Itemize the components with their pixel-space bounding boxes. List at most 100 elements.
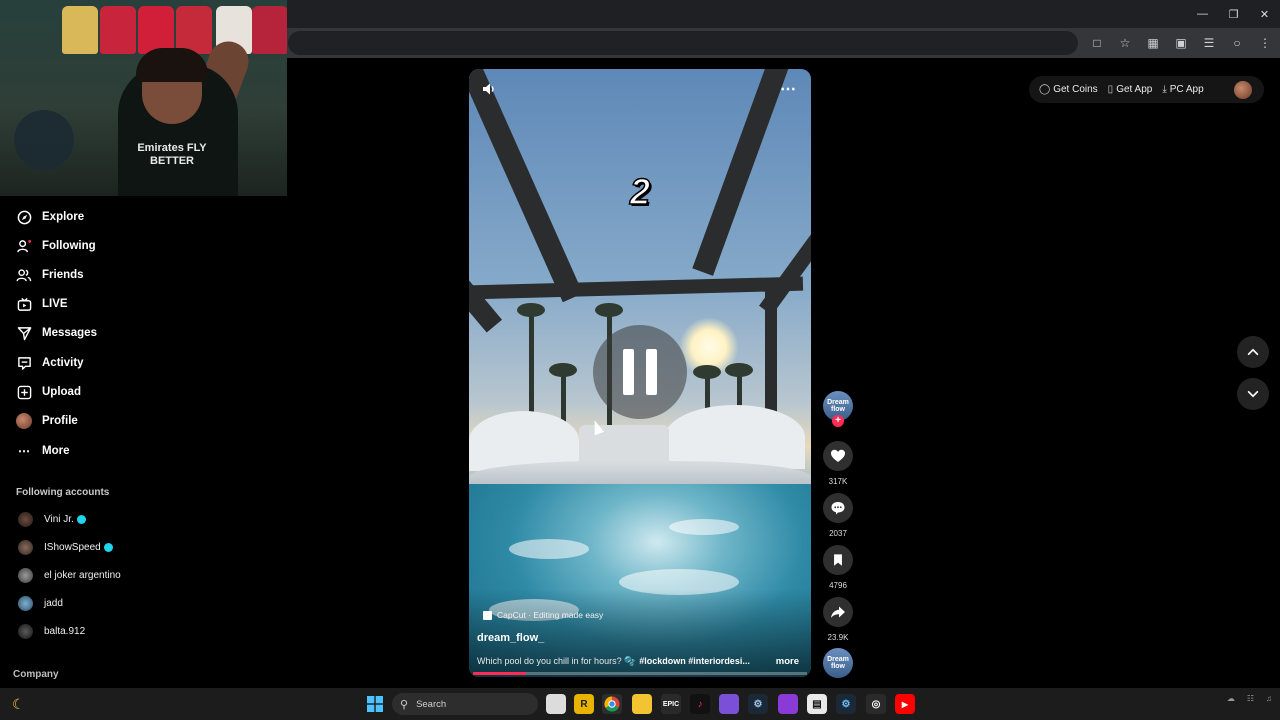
account-item[interactable]: IShowSpeed (18, 539, 113, 555)
taskbar-search-box[interactable]: ⚲ Search (392, 693, 538, 715)
dome-building (665, 405, 805, 469)
game-controller-icon[interactable] (719, 694, 739, 714)
install-app-icon[interactable]: □ (1088, 34, 1106, 52)
palm-leaves (549, 363, 577, 377)
task-view-icon[interactable] (546, 694, 566, 714)
user-follow-icon (16, 238, 32, 254)
next-video-button[interactable] (1237, 378, 1269, 410)
jersey-decor (138, 6, 174, 54)
pause-icon (646, 349, 657, 395)
video-progress-bar[interactable] (473, 672, 807, 675)
webcam-overlay: Emirates FLY BETTER (0, 0, 287, 196)
media-app-icon[interactable] (778, 694, 798, 714)
bookmark-icon (834, 554, 842, 566)
pc-app-button[interactable]: ⤓ PC App (1162, 84, 1203, 95)
nav-item-more[interactable]: ⋯ More (16, 440, 69, 462)
chrome-icon[interactable] (602, 694, 622, 714)
comment-count: 2037 (829, 529, 847, 538)
epic-games-icon[interactable]: EPIC (661, 694, 681, 714)
account-item[interactable]: Vini Jr. (18, 511, 86, 527)
music-disc[interactable]: Dream flow (823, 648, 853, 678)
save-button[interactable] (823, 545, 853, 575)
share-button[interactable] (823, 597, 853, 627)
address-bar[interactable] (288, 31, 1078, 55)
verified-badge-icon (103, 542, 113, 552)
pause-button[interactable] (593, 325, 687, 419)
capcut-label: CapCut · Editing made easy (497, 610, 604, 620)
share-count: 23.9K (827, 633, 849, 642)
previous-video-button[interactable] (1237, 336, 1269, 368)
coin-icon: ◯ (1039, 84, 1051, 95)
steam-icon[interactable]: ⚙ (748, 694, 768, 714)
send-icon (16, 325, 32, 341)
kebab-menu-icon[interactable]: ⋮ (1256, 34, 1274, 52)
video-player[interactable]: 2 ⋯ CapCut · Editing made easy dream_flo… (469, 69, 811, 677)
bookmark-star-icon[interactable]: ☆ (1116, 34, 1134, 52)
avatar (18, 623, 33, 639)
close-window-icon[interactable]: ✕ (1249, 0, 1280, 28)
activity-icon (16, 355, 32, 371)
comment-icon (831, 502, 845, 515)
like-button[interactable] (823, 441, 853, 471)
avatar (18, 539, 33, 555)
nav-item-friends[interactable]: Friends (16, 264, 84, 286)
cast-icon[interactable]: ▣ (1172, 34, 1190, 52)
tiktok-icon[interactable]: ♪ (690, 694, 710, 714)
capcut-tag[interactable]: CapCut · Editing made easy (483, 610, 603, 620)
shirt-text: Emirates FLY BETTER (137, 142, 207, 167)
caption-more-button[interactable]: more (776, 656, 799, 667)
capcut-app-icon[interactable]: ▤ (807, 694, 827, 714)
video-progress-fill (473, 672, 527, 675)
windows-start-icon[interactable] (365, 694, 385, 714)
weather-moon-icon[interactable]: ☾ (12, 696, 25, 713)
volume-icon[interactable] (481, 81, 497, 97)
video-author[interactable]: dream_flow_ (477, 632, 544, 644)
nav-item-upload[interactable]: Upload (16, 381, 81, 403)
heart-icon (831, 449, 845, 462)
caption-hashtags[interactable]: #lockdown #interiordesi... (639, 656, 750, 667)
nav-item-activity[interactable]: Activity (16, 352, 84, 374)
profile-circle-icon[interactable]: ○ (1228, 34, 1246, 52)
account-item[interactable]: balta.912 (18, 623, 85, 639)
onedrive-icon[interactable]: ☁ (1227, 694, 1235, 703)
user-avatar[interactable] (1234, 80, 1252, 99)
phone-icon: ▯ (1107, 84, 1114, 95)
steam-alt-icon[interactable]: ⚙ (836, 694, 856, 714)
obs-icon[interactable]: ◎ (866, 694, 886, 714)
get-app-button[interactable]: ▯ Get App (1108, 84, 1153, 95)
restore-icon[interactable]: ❐ (1218, 0, 1249, 28)
account-item[interactable]: el joker argentino (18, 567, 121, 583)
company-link[interactable]: Company (13, 669, 59, 680)
avatar (18, 567, 33, 583)
extensions-icon[interactable]: ▦ (1144, 34, 1162, 52)
nav-item-explore[interactable]: Explore (16, 206, 84, 228)
youtube-icon[interactable]: ▶ (895, 694, 915, 714)
screen: — ❐ ✕ □ ☆ ▦ ▣ ☰ ○ ⋮ Emirates FLY BETTER (0, 0, 1280, 720)
get-coins-button[interactable]: ◯ Get Coins (1039, 84, 1098, 95)
file-explorer-icon[interactable] (632, 694, 652, 714)
follow-plus-icon[interactable]: + (832, 415, 844, 427)
volume-tray-icon[interactable]: ♫ (1266, 694, 1272, 703)
get-coins-label: Get Coins (1053, 84, 1098, 95)
rockstar-app-icon[interactable]: R (574, 694, 594, 714)
account-item[interactable]: jadd (18, 595, 63, 611)
nav-item-live[interactable]: LIVE (16, 293, 68, 315)
get-app-label: Get App (1116, 84, 1153, 95)
nav-item-following[interactable]: Following (16, 235, 96, 257)
verified-badge-icon (76, 514, 86, 524)
palm-leaves (725, 363, 753, 377)
nav-label: Profile (42, 415, 78, 427)
comment-button[interactable] (823, 493, 853, 523)
account-name: Vini Jr. (44, 513, 74, 525)
caption-text: Which pool do you chill in for hours? 🫧 (477, 656, 636, 666)
compass-icon (16, 209, 32, 225)
network-icon[interactable]: ☷ (1247, 694, 1254, 703)
pc-app-label: PC App (1169, 84, 1204, 95)
nav-item-messages[interactable]: Messages (16, 322, 97, 344)
media-controls-icon[interactable]: ☰ (1200, 34, 1218, 52)
live-tv-icon (16, 296, 32, 312)
friends-icon (16, 267, 32, 283)
minimize-icon[interactable]: — (1187, 0, 1218, 28)
more-options-icon[interactable]: ⋯ (780, 79, 797, 99)
nav-item-profile[interactable]: Profile (16, 410, 78, 432)
